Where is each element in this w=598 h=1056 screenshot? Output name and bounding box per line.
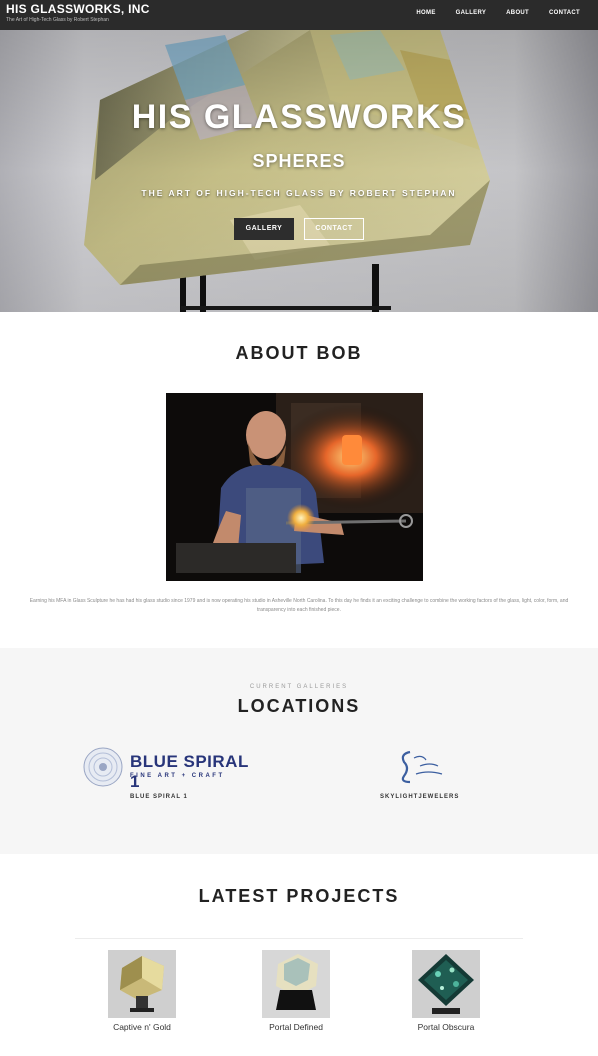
- contact-button[interactable]: CONTACT: [304, 218, 364, 240]
- about-bio: Earning his MFA in Glass Sculpture he ha…: [29, 598, 569, 613]
- locations-heading: LOCATIONS: [237, 696, 361, 716]
- locations-section: CURRENT GALLERIES LOCATIONS BLUE SPIRAL …: [0, 648, 598, 854]
- main-nav: HOME GALLERY ABOUT CONTACT: [416, 10, 580, 16]
- skylight-script-logo: [401, 750, 443, 784]
- hero-title: HIS GLASSWORKS: [131, 98, 467, 136]
- skylight-label[interactable]: SKYLIGHTJEWELERS: [380, 794, 459, 800]
- gallery-blue-spiral[interactable]: BLUE SPIRAL 1 FINE ART + CRAFT BLUE SPIR…: [82, 746, 252, 800]
- project-thumbnail[interactable]: [108, 950, 176, 1018]
- blue-spiral-logo-subtext: FINE ART + CRAFT: [130, 773, 225, 779]
- nav-contact[interactable]: CONTACT: [549, 10, 580, 16]
- project-caption[interactable]: Portal Defined: [236, 1022, 356, 1032]
- nav-gallery[interactable]: GALLERY: [456, 10, 487, 16]
- artist-photo: [166, 393, 423, 581]
- blue-spiral-label[interactable]: BLUE SPIRAL 1: [130, 794, 188, 800]
- project-thumbnail[interactable]: [262, 950, 330, 1018]
- skylight-logo[interactable]: [376, 744, 476, 788]
- hero-subtitle: SPHERES: [252, 151, 346, 171]
- about-heading: ABOUT BOB: [235, 343, 363, 363]
- hero-section: HIS GLASSWORKS SPHERES THE ART OF HIGH-T…: [0, 30, 598, 312]
- nav-home[interactable]: HOME: [416, 10, 435, 16]
- locations-eyebrow: CURRENT GALLERIES: [249, 684, 349, 690]
- hero-buttons: GALLERY CONTACT: [0, 218, 598, 240]
- gallery-skylight[interactable]: SKYLIGHTJEWELERS: [376, 744, 476, 800]
- spiral-icon: [83, 747, 123, 787]
- hero-overlay: HIS GLASSWORKS SPHERES THE ART OF HIGH-T…: [0, 30, 598, 312]
- project-caption[interactable]: Portal Obscura: [386, 1022, 506, 1032]
- blue-spiral-logo-text: BLUE SPIRAL 1: [130, 752, 249, 791]
- gallery-button[interactable]: GALLERY: [234, 218, 294, 240]
- site-tagline: The Art of High-Tech Glass by Robert Ste…: [6, 17, 109, 23]
- project-thumbnail[interactable]: [412, 950, 480, 1018]
- site-title: HIS GLASSWORKS, INC: [6, 2, 150, 16]
- project-caption[interactable]: Captive n' Gold: [82, 1022, 202, 1032]
- top-navbar: HIS GLASSWORKS, INC The Art of High-Tech…: [0, 0, 598, 30]
- blue-spiral-logo[interactable]: BLUE SPIRAL 1 FINE ART + CRAFT: [82, 746, 252, 791]
- nav-about[interactable]: ABOUT: [506, 10, 529, 16]
- hero-tagline: THE ART OF HIGH-TECH GLASS BY ROBERT STE…: [141, 188, 457, 198]
- projects-heading: LATEST PROJECTS: [198, 886, 400, 906]
- brand-link[interactable]: HIS GLASSWORKS, INC The Art of High-Tech…: [6, 3, 150, 24]
- projects-divider: [75, 938, 523, 939]
